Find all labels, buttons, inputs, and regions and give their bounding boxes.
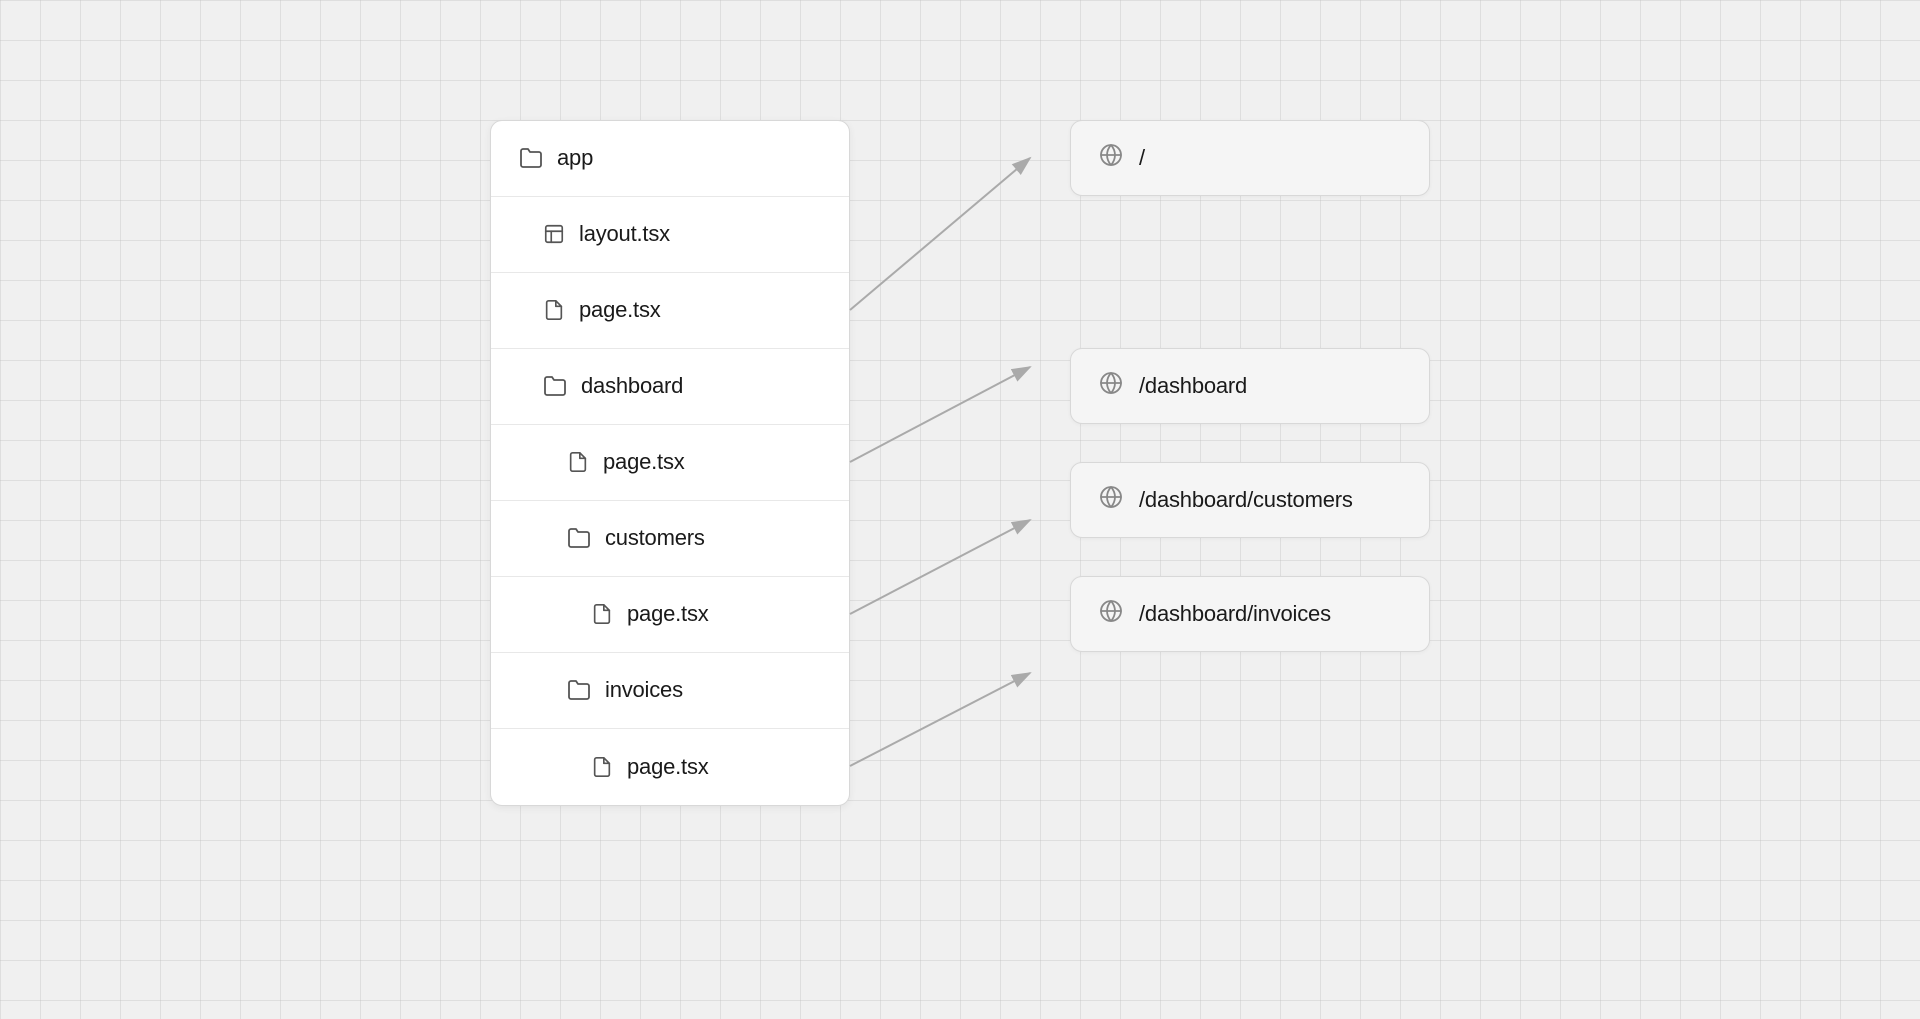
- page-invoices-label: page.tsx: [627, 754, 709, 780]
- globe-icon-dashboard: [1099, 371, 1123, 400]
- file-icon-invoices: [591, 756, 613, 778]
- tree-row-invoices: invoices: [491, 653, 849, 729]
- route-root-label: /: [1139, 145, 1145, 171]
- route-card-dashboard: /dashboard: [1070, 348, 1430, 424]
- folder-icon: [519, 146, 543, 170]
- customers-label: customers: [605, 525, 705, 551]
- routes-panel: / /dashboard /d: [1070, 120, 1430, 652]
- invoices-label: invoices: [605, 677, 683, 703]
- file-icon-root: [543, 299, 565, 321]
- file-icon-dashboard: [567, 451, 589, 473]
- folder-invoices-icon: [567, 678, 591, 702]
- globe-icon-invoices: [1099, 599, 1123, 628]
- folder-dashboard-icon: [543, 374, 567, 398]
- tree-row-dashboard: dashboard: [491, 349, 849, 425]
- tree-row-page-customers: page.tsx: [491, 577, 849, 653]
- layout-file-icon: [543, 223, 565, 245]
- page-root-label: page.tsx: [579, 297, 661, 323]
- page-dashboard-label: page.tsx: [603, 449, 685, 475]
- globe-icon-customers: [1099, 485, 1123, 514]
- dashboard-label: dashboard: [581, 373, 683, 399]
- route-invoices-label: /dashboard/invoices: [1139, 601, 1331, 627]
- arrows-container: [850, 120, 1070, 900]
- file-icon-customers: [591, 603, 613, 625]
- route-card-invoices: /dashboard/invoices: [1070, 576, 1430, 652]
- tree-row-page-root: page.tsx: [491, 273, 849, 349]
- route-customers-label: /dashboard/customers: [1139, 487, 1353, 513]
- arrows-svg: [850, 120, 1070, 900]
- tree-row-customers: customers: [491, 501, 849, 577]
- app-label: app: [557, 145, 593, 171]
- tree-row-layout: layout.tsx: [491, 197, 849, 273]
- tree-row-page-dashboard: page.tsx: [491, 425, 849, 501]
- route-card-customers: /dashboard/customers: [1070, 462, 1430, 538]
- layout-label: layout.tsx: [579, 221, 670, 247]
- page-customers-label: page.tsx: [627, 601, 709, 627]
- file-tree-panel: app layout.tsx page.tsx: [490, 120, 850, 806]
- globe-icon-root: [1099, 143, 1123, 172]
- tree-row-app: app: [491, 121, 849, 197]
- diagram-container: app layout.tsx page.tsx: [490, 120, 1430, 900]
- folder-customers-icon: [567, 526, 591, 550]
- route-dashboard-label: /dashboard: [1139, 373, 1247, 399]
- tree-row-page-invoices: page.tsx: [491, 729, 849, 805]
- route-card-root: /: [1070, 120, 1430, 196]
